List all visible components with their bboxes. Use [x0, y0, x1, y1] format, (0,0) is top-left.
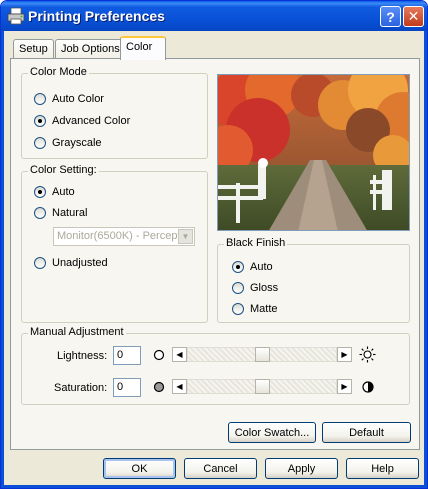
radio-label: Auto — [52, 186, 75, 198]
radio-setting-unadjusted[interactable]: Unadjusted — [34, 256, 108, 270]
saturation-label: Saturation: — [54, 382, 108, 394]
help-button[interactable]: Help — [346, 458, 419, 479]
default-button[interactable]: Default — [322, 422, 411, 443]
window-border-left — [1, 31, 4, 488]
arrow-right-icon: ▶ — [341, 382, 348, 391]
radio-auto-color[interactable]: Auto Color — [34, 92, 104, 106]
window-title: Printing Preferences — [28, 8, 165, 24]
manual-adjustment-group: Manual Adjustment — [21, 326, 410, 405]
button-label: OK — [131, 462, 148, 475]
window-border-right — [424, 31, 427, 488]
color-mode-group: Color Mode Auto Color Advanced Color Gra… — [21, 66, 208, 159]
radio-label: Auto Color — [52, 93, 104, 105]
arrow-left-icon: ◀ — [176, 350, 183, 359]
saturation-slider-thumb[interactable] — [255, 379, 270, 394]
color-setting-group: Color Setting: Auto Natural Monitor(6500… — [21, 164, 208, 323]
tab-label: Setup — [19, 43, 48, 55]
window-border-bottom — [1, 485, 427, 488]
radio-label: Auto — [250, 261, 273, 273]
radio-grayscale[interactable]: Grayscale — [34, 136, 102, 150]
title-bar[interactable]: Printing Preferences ? ✕ — [1, 1, 427, 31]
tab-job-options[interactable]: Job Options — [55, 39, 126, 58]
tab-label: Color — [126, 41, 153, 53]
radio-advanced-color[interactable]: Advanced Color — [34, 114, 130, 128]
close-icon: ✕ — [407, 8, 420, 24]
radio-label: Gloss — [250, 282, 279, 294]
color-swatch-button[interactable]: Color Swatch... — [228, 422, 316, 443]
black-finish-label: Black Finish — [224, 237, 288, 249]
question-icon: ? — [386, 8, 395, 25]
button-label: Help — [371, 462, 394, 475]
arrow-right-icon: ▶ — [341, 350, 348, 359]
lightness-slider-thumb[interactable] — [255, 347, 270, 362]
lightness-value: 0 — [117, 349, 124, 361]
monitor-profile-select[interactable]: Monitor(6500K) - Percepti ▼ — [53, 227, 195, 246]
lightness-label: Lightness: — [57, 350, 108, 362]
cancel-button[interactable]: Cancel — [184, 458, 257, 479]
ok-button[interactable]: OK — [103, 458, 176, 479]
monitor-select-value: Monitor(6500K) - Percepti — [57, 230, 183, 242]
radio-icon — [232, 303, 244, 315]
tab-label: Job Options — [61, 43, 120, 55]
apply-button[interactable]: Apply — [265, 458, 338, 479]
lightness-decrease-button[interactable]: ◀ — [172, 347, 187, 362]
radio-black-matte[interactable]: Matte — [232, 302, 278, 316]
manual-adjustment-label: Manual Adjustment — [28, 326, 126, 338]
arrow-left-icon: ◀ — [176, 382, 183, 391]
saturation-decrease-button[interactable]: ◀ — [172, 379, 187, 394]
tab-color[interactable]: Color — [120, 36, 166, 60]
chevron-down-icon: ▼ — [178, 229, 193, 244]
radio-icon — [34, 207, 46, 219]
color-preview-image — [217, 74, 410, 231]
button-label: Color Swatch... — [234, 426, 310, 439]
radio-setting-auto[interactable]: Auto — [34, 185, 75, 199]
radio-icon — [34, 257, 46, 269]
radio-icon — [232, 282, 244, 294]
autumn-road-picture — [218, 75, 409, 230]
lightness-input[interactable]: 0 — [113, 346, 141, 365]
circle-gray-icon — [153, 381, 165, 393]
printing-preferences-dialog: Printing Preferences ? ✕ Setup Job Optio… — [0, 0, 428, 489]
button-label: Apply — [287, 462, 316, 475]
lightness-increase-button[interactable]: ▶ — [337, 347, 352, 362]
radio-black-auto[interactable]: Auto — [232, 260, 273, 274]
color-mode-label: Color Mode — [28, 66, 89, 78]
radio-checked-icon — [34, 186, 46, 198]
sun-icon — [359, 346, 376, 363]
button-label: Default — [349, 426, 384, 439]
button-label: Cancel — [203, 462, 238, 475]
help-title-button[interactable]: ? — [380, 6, 401, 27]
tab-setup[interactable]: Setup — [13, 39, 54, 58]
radio-label: Advanced Color — [52, 115, 131, 127]
saturation-increase-button[interactable]: ▶ — [337, 379, 352, 394]
circle-outline-icon — [153, 349, 165, 361]
saturation-value: 0 — [117, 381, 124, 393]
radio-checked-icon — [34, 115, 46, 127]
radio-setting-natural[interactable]: Natural — [34, 206, 87, 220]
color-setting-label: Color Setting: — [28, 164, 99, 176]
radio-icon — [34, 93, 46, 105]
radio-black-gloss[interactable]: Gloss — [232, 281, 278, 295]
radio-icon — [34, 137, 46, 149]
printer-icon — [7, 7, 25, 25]
close-button[interactable]: ✕ — [403, 6, 424, 27]
radio-label: Natural — [52, 207, 88, 219]
half-circle-icon — [362, 381, 374, 393]
radio-label: Grayscale — [52, 137, 102, 149]
radio-label: Unadjusted — [52, 257, 108, 269]
radio-checked-icon — [232, 261, 244, 273]
saturation-input[interactable]: 0 — [113, 378, 141, 397]
black-finish-group: Black Finish Auto Gloss Matte — [217, 237, 410, 323]
radio-label: Matte — [250, 303, 278, 315]
